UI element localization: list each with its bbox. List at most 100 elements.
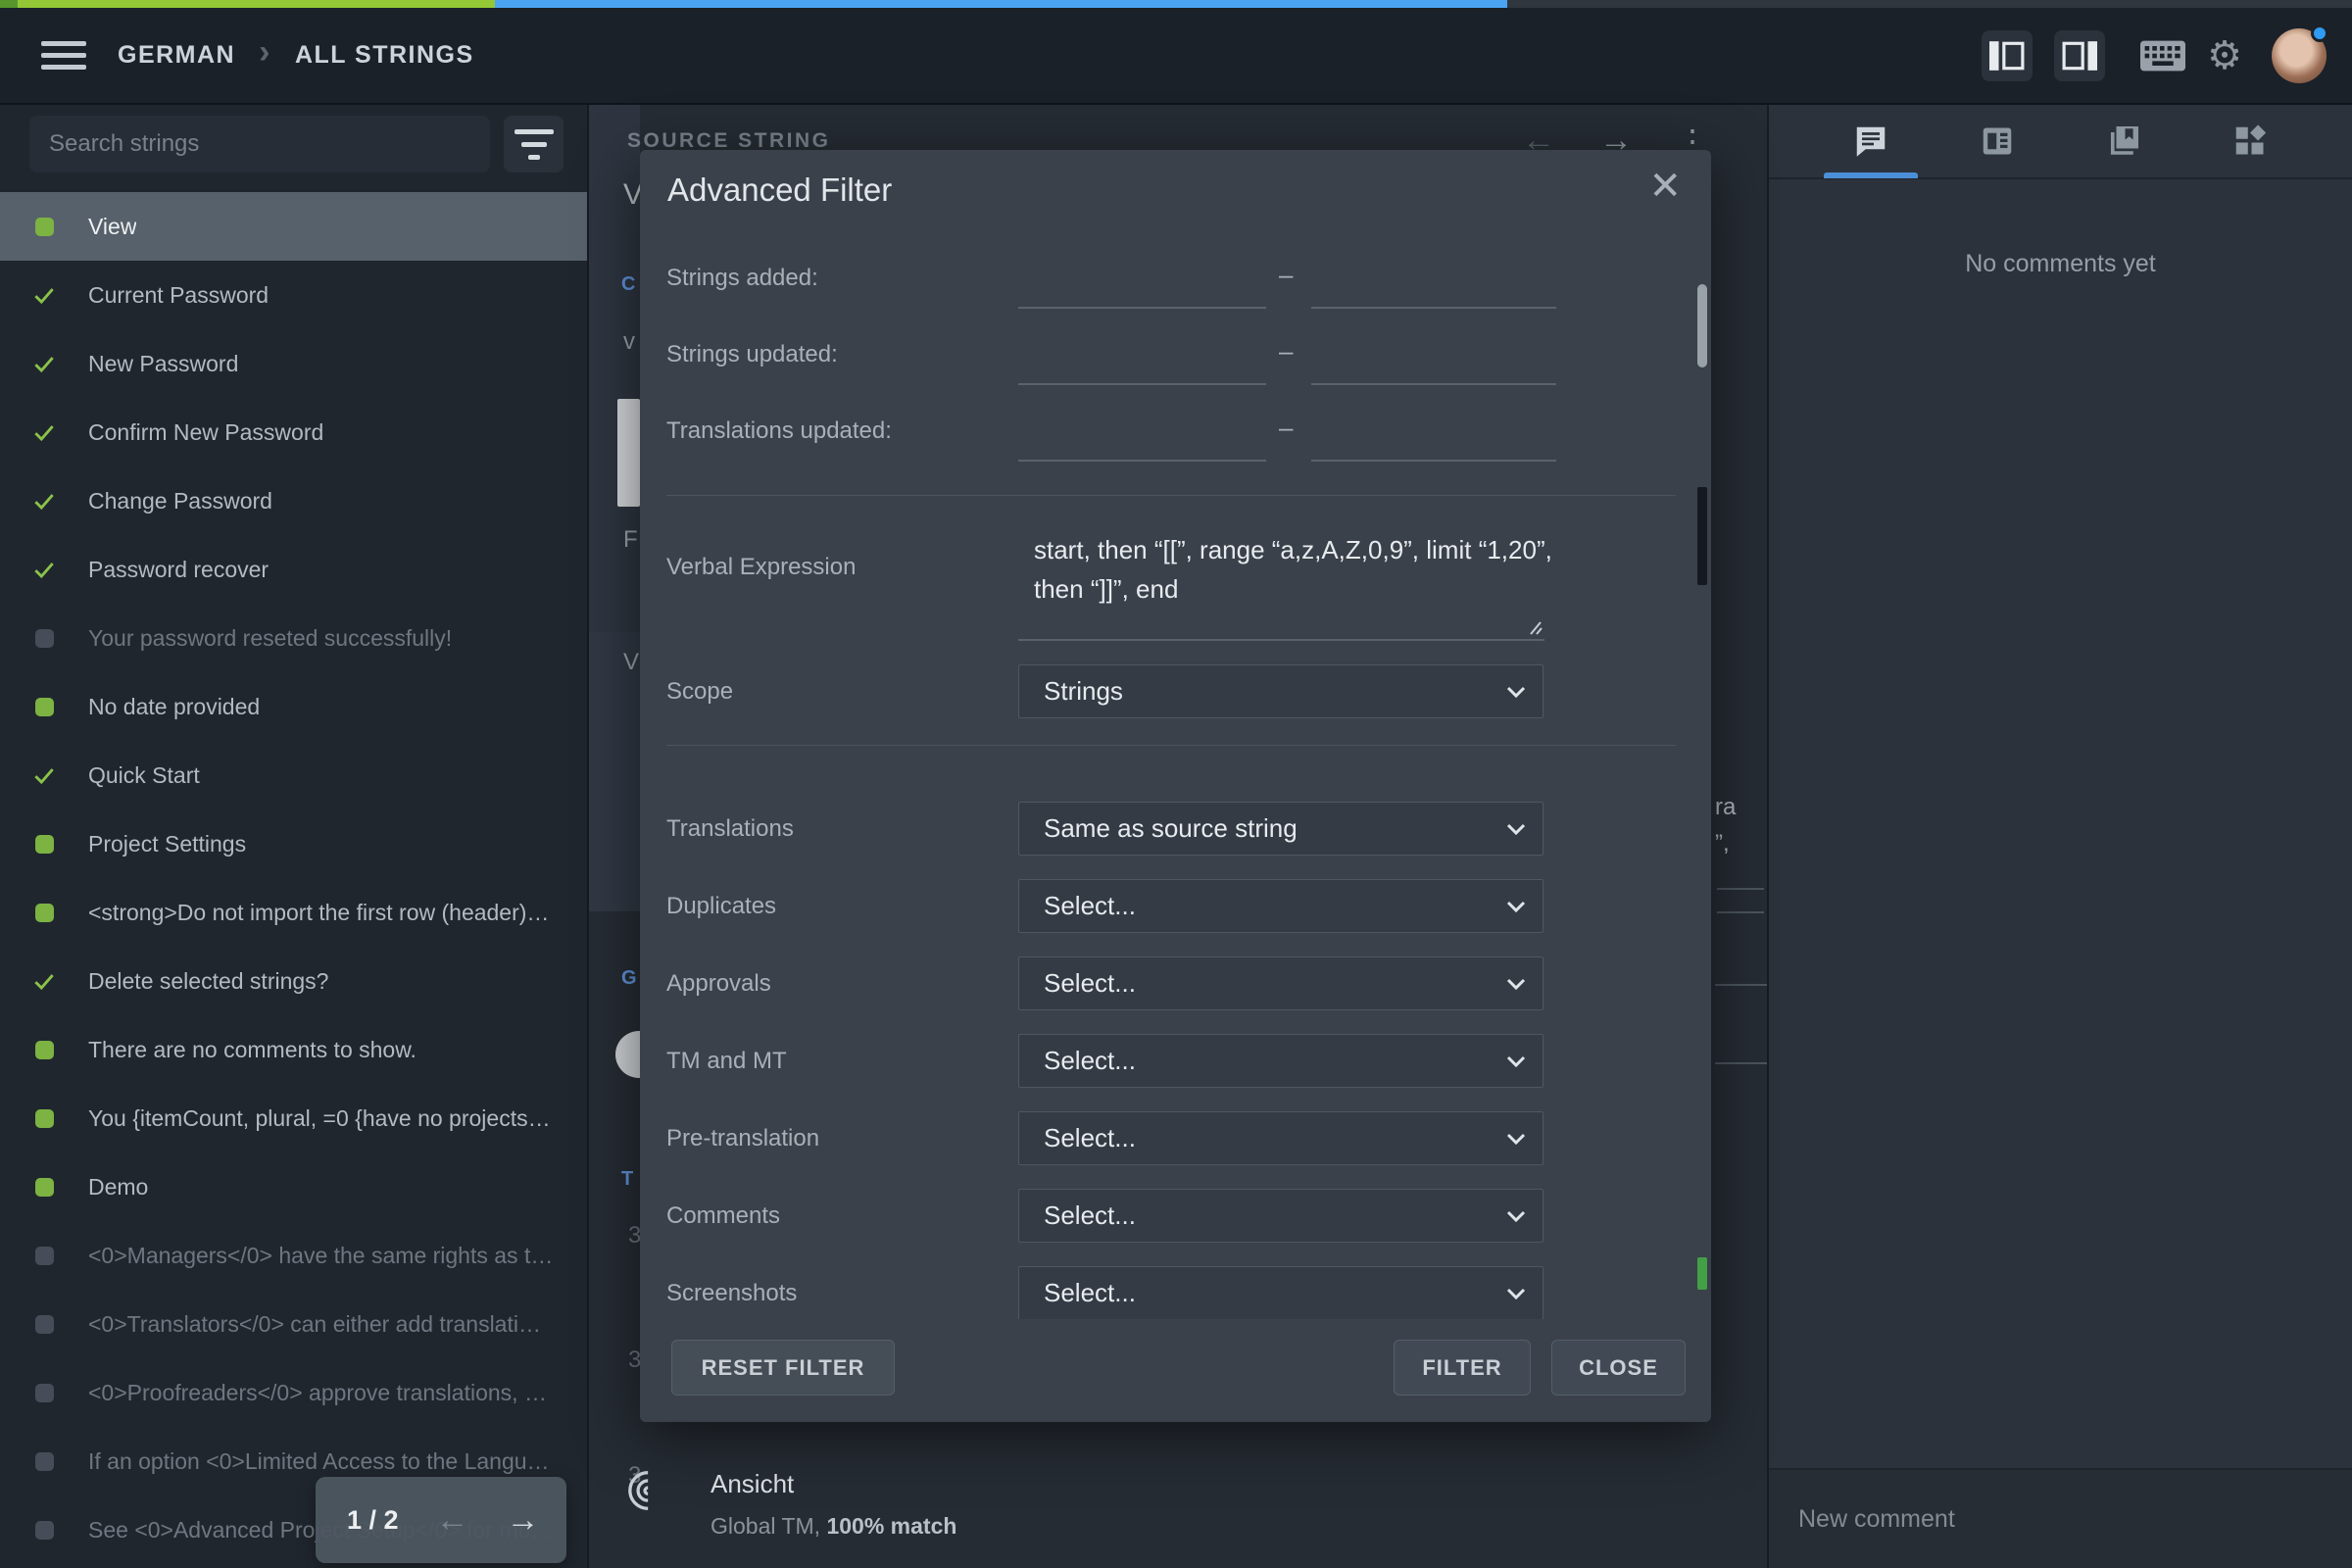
strings-sidebar: View Current Password New Password Confirm … — [0, 105, 589, 1568]
dialog-title: Advanced Filter — [667, 172, 893, 208]
string-list-item[interactable]: <0>Translators</0> can either add transl… — [0, 1290, 587, 1358]
modal-scrollbar-thumb[interactable] — [1697, 284, 1707, 368]
filter-select-row: Duplicates Select... — [666, 879, 1685, 933]
filter-select-row: Approvals Select... — [666, 956, 1685, 1010]
date-from-input[interactable] — [1018, 346, 1266, 385]
breadcrumb-language[interactable]: GERMAN — [118, 41, 235, 70]
date-to-input[interactable] — [1311, 422, 1556, 462]
string-list-item[interactable]: Confirm New Password — [0, 398, 587, 466]
translated-square-icon — [34, 1108, 54, 1128]
translations-select[interactable]: Same as source string — [1018, 802, 1544, 856]
untranslated-square-icon — [34, 628, 54, 648]
tab-translation-memory[interactable] — [2088, 104, 2159, 178]
chevron-down-icon — [1506, 1133, 1526, 1146]
filter-button[interactable] — [504, 116, 564, 172]
date-to-input[interactable] — [1311, 346, 1556, 385]
chevron-down-icon — [1506, 1055, 1526, 1068]
string-list-item[interactable]: <strong>Do not import the first row (hea… — [0, 878, 587, 947]
string-list-item[interactable]: You {itemCount, plural, =0 {have no proj… — [0, 1084, 587, 1152]
occluded-text-fragment: ra — [1715, 794, 1737, 820]
progress-segment — [1507, 0, 2352, 8]
layout-right-panel-button[interactable] — [2054, 29, 2106, 81]
widgets-icon — [2235, 124, 2266, 155]
range-separator: – — [1279, 413, 1294, 442]
verbal-expression-textarea[interactable]: start, then “[[”, range “a,z,A,Z,0,9”, l… — [1034, 530, 1602, 609]
screenshot-thumbnail — [617, 399, 640, 507]
approvals-select[interactable]: Select... — [1018, 956, 1544, 1010]
tm-suggestion-row[interactable]: Ansicht Global TM, 100% match — [628, 1469, 956, 1540]
untranslated-square-icon — [34, 1520, 54, 1540]
string-list-item[interactable]: Delete selected strings? — [0, 947, 587, 1015]
approved-check-icon — [0, 968, 88, 994]
range-separator: – — [1279, 336, 1294, 366]
filter-button[interactable]: FILTER — [1394, 1340, 1531, 1396]
untranslated-square-icon — [34, 1314, 54, 1334]
reset-filter-button[interactable]: RESET FILTER — [671, 1340, 895, 1396]
layout-left-panel-button[interactable] — [1982, 29, 2034, 81]
next-page-arrow-icon[interactable]: → — [507, 1501, 540, 1540]
string-list-item[interactable]: Change Password — [0, 466, 587, 535]
string-list-item[interactable]: <0>Managers</0> have the same rights as … — [0, 1221, 587, 1290]
string-list-item[interactable]: Current Password — [0, 261, 587, 329]
app-root: GERMAN › ALL STRINGS ⚙ View Current Passw… — [0, 0, 2352, 1568]
string-list-item[interactable]: <0>Proofreaders</0> approve translations… — [0, 1358, 587, 1427]
tab-context[interactable] — [1962, 104, 2033, 178]
filter-icon — [514, 128, 554, 134]
top-bar: GERMAN › ALL STRINGS ⚙ — [0, 8, 2352, 105]
textarea-underline — [1018, 639, 1544, 641]
comments-icon — [1857, 126, 1886, 157]
translated-square-icon — [34, 1177, 54, 1197]
comments-select[interactable]: Select... — [1018, 1189, 1544, 1243]
scope-select[interactable]: Strings — [1018, 664, 1544, 718]
side-panel-tabs — [1769, 105, 2352, 179]
duplicates-select[interactable]: Select... — [1018, 879, 1544, 933]
date-from-input[interactable] — [1018, 422, 1266, 462]
breadcrumb-file[interactable]: ALL STRINGS — [295, 41, 474, 70]
suggestion-text: Ansicht — [710, 1469, 795, 1498]
string-item-label: Demo — [88, 1173, 149, 1200]
occluded-text-fragment: F — [623, 526, 638, 553]
occluded-text-fragment: G — [621, 967, 637, 989]
search-input[interactable] — [29, 116, 490, 172]
scope-row: Scope Strings — [666, 664, 1685, 718]
select-value: Select... — [1044, 1123, 1136, 1152]
screenshots-select[interactable]: Select... — [1018, 1266, 1544, 1320]
prev-page-arrow-icon[interactable]: ← — [436, 1501, 469, 1540]
menu-icon[interactable] — [41, 34, 86, 76]
string-item-label: <0>Proofreaders</0> approve translations… — [88, 1379, 547, 1405]
date-range-row: Translations updated: – — [666, 401, 1685, 466]
date-range-label: Strings updated: — [666, 341, 838, 368]
approved-check-icon — [0, 282, 88, 308]
tab-comments[interactable] — [1824, 104, 1919, 178]
settings-gear-icon[interactable]: ⚙ — [2207, 36, 2242, 75]
close-icon[interactable]: ✕ — [1648, 164, 1682, 209]
string-item-label: Project Settings — [88, 830, 247, 857]
string-list-item[interactable]: There are no comments to show. — [0, 1015, 587, 1084]
tm-and-mt-select[interactable]: Select... — [1018, 1034, 1544, 1088]
string-list-item[interactable]: Password recover — [0, 535, 587, 604]
string-list-item[interactable]: No date provided — [0, 672, 587, 741]
untranslated-square-icon — [34, 1246, 54, 1265]
chevron-down-icon — [1506, 686, 1526, 699]
string-list-item[interactable]: Quick Start — [0, 741, 587, 809]
advanced-filter-dialog: Advanced Filter ✕ Strings added: – Strings… — [640, 150, 1711, 1422]
tab-widgets[interactable] — [2215, 104, 2285, 178]
context-icon — [1983, 127, 2012, 155]
date-to-input[interactable] — [1311, 270, 1556, 309]
string-list-item[interactable]: Project Settings — [0, 809, 587, 878]
string-item-label: Current Password — [88, 281, 270, 308]
date-from-input[interactable] — [1018, 270, 1266, 309]
breadcrumb: GERMAN › ALL STRINGS — [118, 33, 474, 77]
keyboard-shortcuts-icon[interactable] — [2140, 40, 2186, 72]
string-list-item[interactable]: Your password reseted successfully! — [0, 604, 587, 672]
string-list-item[interactable]: Demo — [0, 1152, 587, 1221]
new-comment-input[interactable]: New comment — [1798, 1505, 2352, 1534]
close-button[interactable]: CLOSE — [1551, 1340, 1686, 1396]
pre-translation-select[interactable]: Select... — [1018, 1111, 1544, 1165]
resize-handle-icon[interactable] — [1523, 618, 1543, 636]
occluded-text-fragment: v — [623, 328, 635, 355]
string-list-item[interactable]: View — [0, 192, 587, 261]
string-list-item[interactable]: New Password — [0, 329, 587, 398]
suggestion-meta: Global TM, 100% match — [710, 1513, 957, 1539]
avatar[interactable] — [2272, 24, 2328, 83]
